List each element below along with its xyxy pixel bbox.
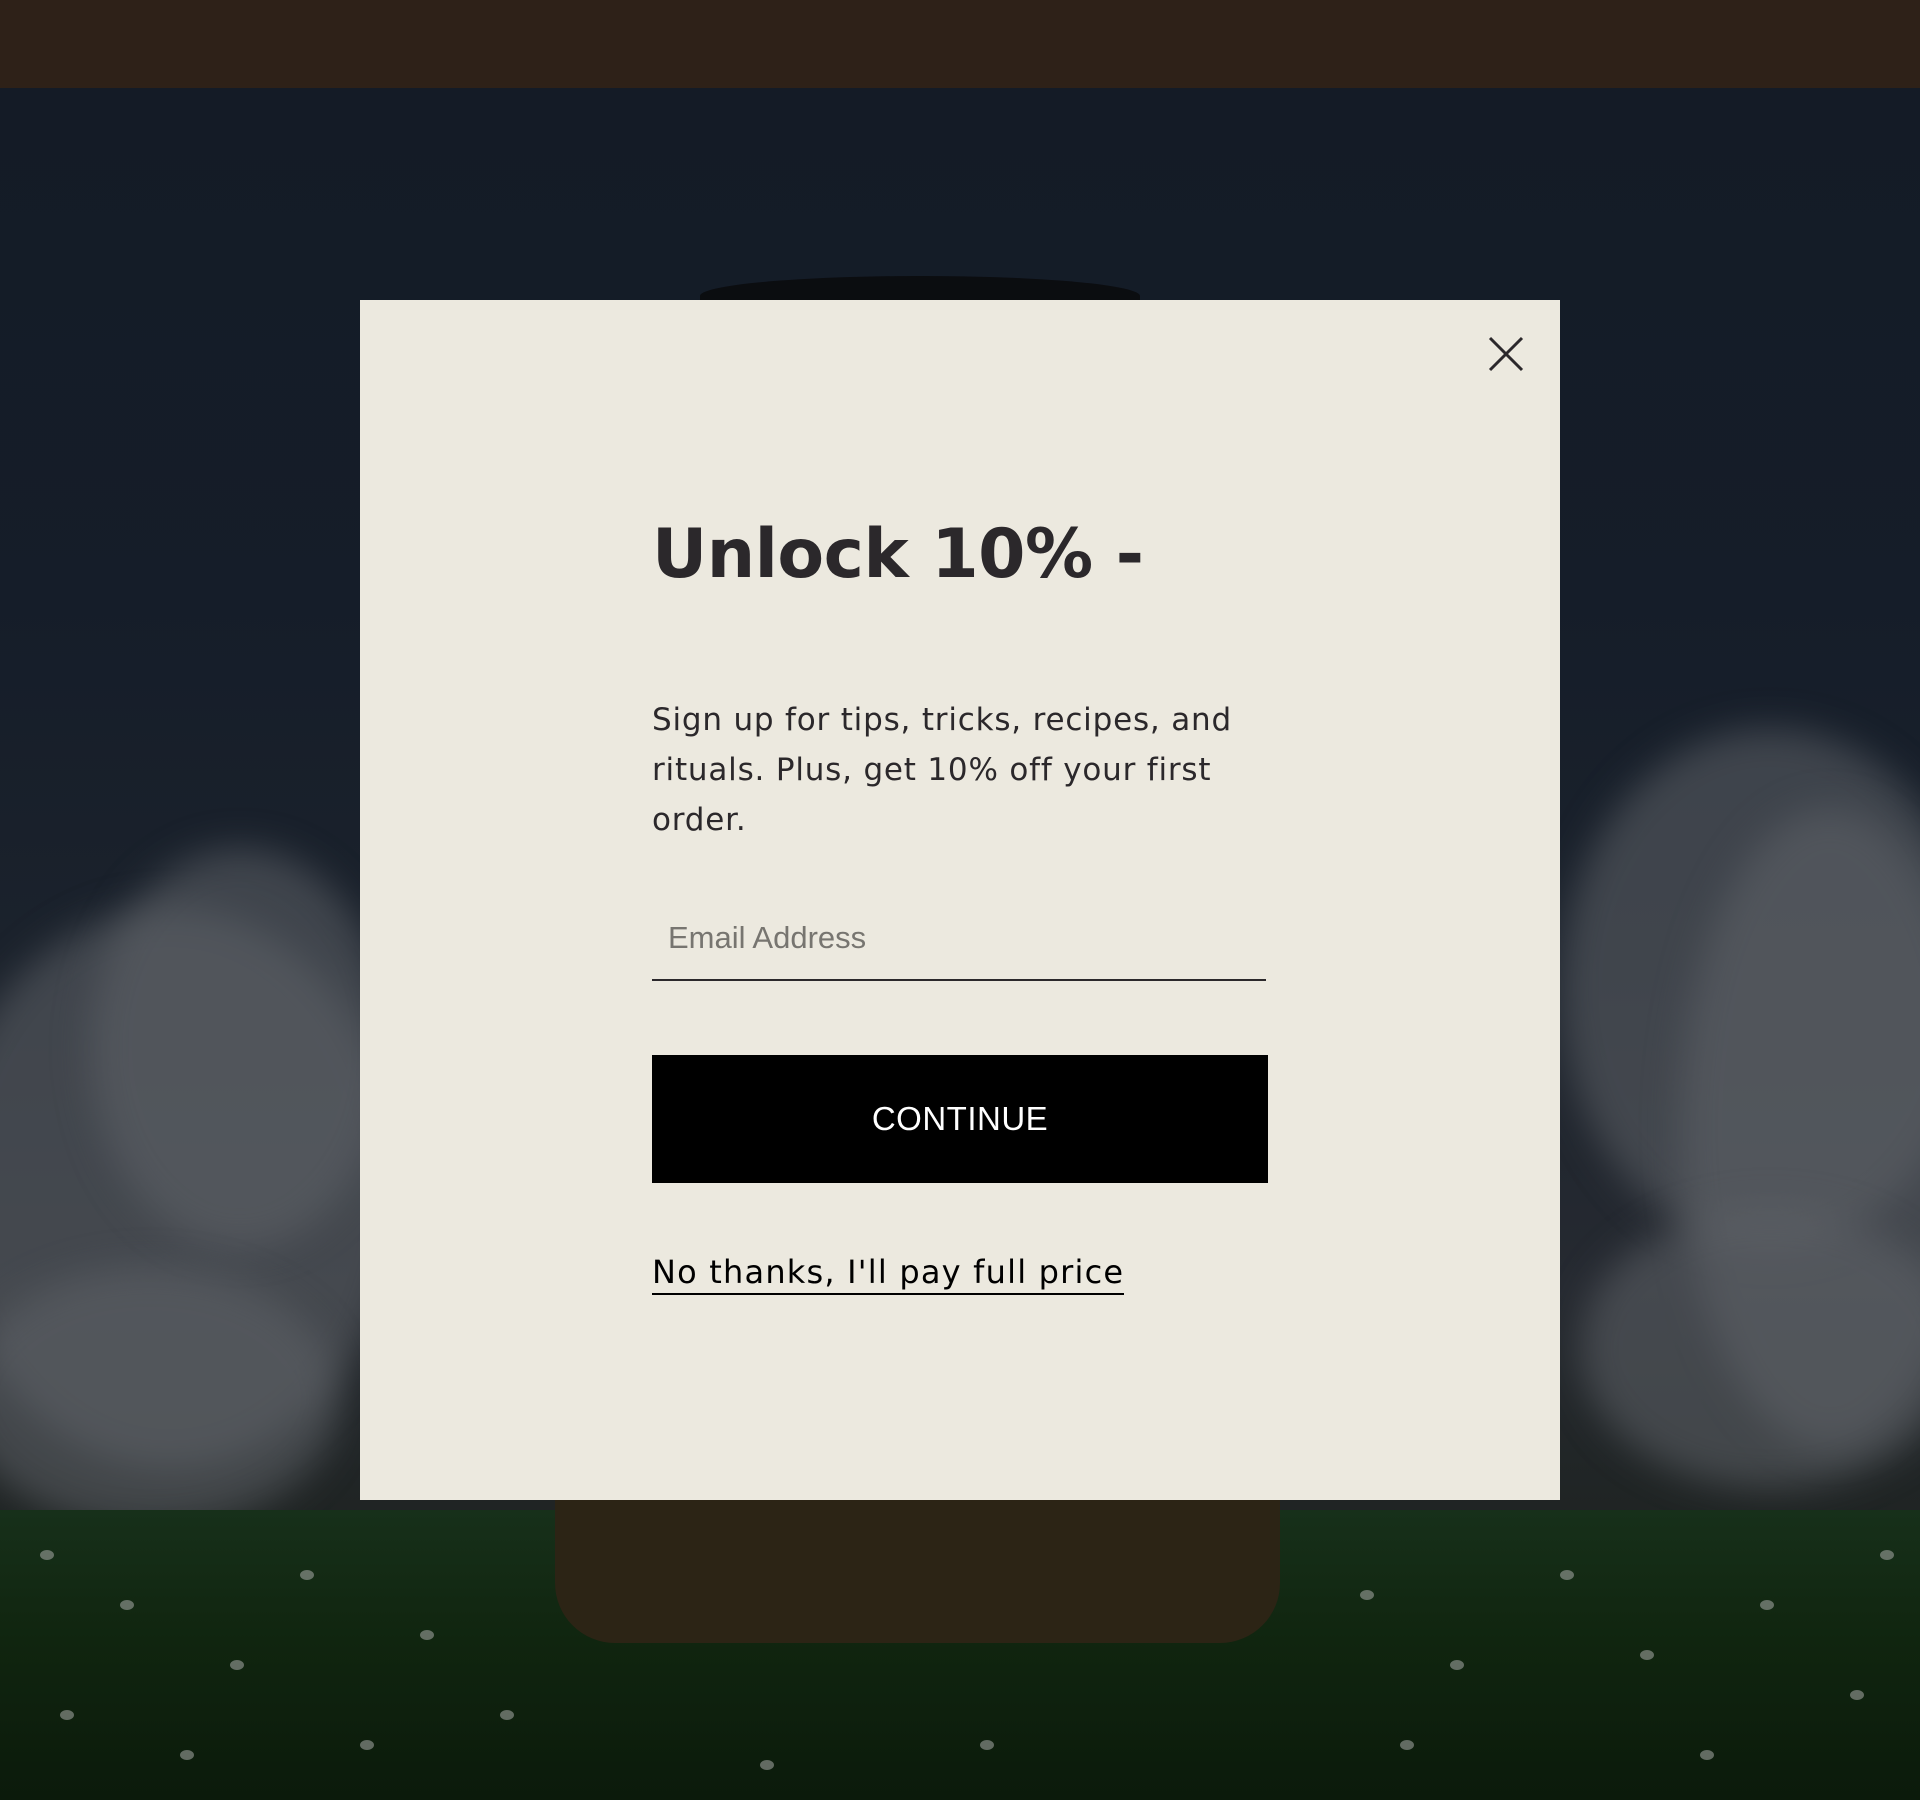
close-button[interactable] xyxy=(1480,328,1532,380)
popup-headline: Unlock 10% - xyxy=(652,515,1144,594)
close-icon xyxy=(1488,336,1524,372)
email-field[interactable] xyxy=(652,911,1266,981)
decline-link[interactable]: No thanks, I'll pay full price xyxy=(652,1253,1125,1295)
popup-description: Sign up for tips, tricks, recipes, and r… xyxy=(652,702,1232,838)
popup-content: Unlock 10% - Sign up for tips, tricks, r… xyxy=(652,515,1268,1295)
site-header-bar xyxy=(0,0,1920,88)
signup-popup: Unlock 10% - Sign up for tips, tricks, r… xyxy=(360,300,1560,1500)
continue-button[interactable]: CONTINUE xyxy=(652,1055,1268,1183)
